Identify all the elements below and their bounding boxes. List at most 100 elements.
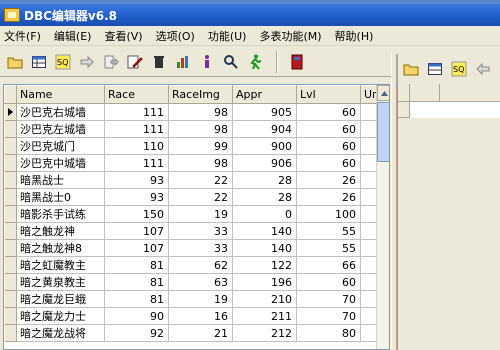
cell-raceimg[interactable]: 19 xyxy=(168,205,233,223)
cell-raceimg[interactable]: 22 xyxy=(168,188,233,206)
cell-ur[interactable] xyxy=(360,222,378,240)
cell-race[interactable]: 93 xyxy=(104,188,169,206)
row-indicator-cell[interactable] xyxy=(4,273,17,291)
cell-appr[interactable]: 211 xyxy=(232,307,297,325)
cell-lvl[interactable]: 26 xyxy=(296,188,361,206)
open-folder-icon[interactable] xyxy=(402,60,420,78)
cell-appr[interactable]: 28 xyxy=(232,171,297,189)
cell-ur[interactable] xyxy=(360,120,378,138)
cell-lvl[interactable]: 60 xyxy=(296,120,361,138)
cell-race[interactable]: 150 xyxy=(104,205,169,223)
cell-raceimg[interactable]: 16 xyxy=(168,307,233,325)
cell-race[interactable]: 92 xyxy=(104,324,169,342)
open-folder-icon[interactable] xyxy=(6,53,24,71)
cell-appr[interactable]: 0 xyxy=(232,205,297,223)
column-header-raceimg[interactable]: RaceImg xyxy=(168,85,233,104)
table-icon[interactable] xyxy=(426,60,444,78)
secondary-row[interactable] xyxy=(398,102,500,118)
cell-name[interactable]: 暗影杀手试练 xyxy=(16,205,105,223)
cell-raceimg[interactable]: 19 xyxy=(168,290,233,308)
cell-ur[interactable] xyxy=(360,256,378,274)
scrollbar-thumb[interactable] xyxy=(377,102,389,162)
scroll-up-arrow[interactable] xyxy=(377,85,389,101)
cell-race[interactable]: 111 xyxy=(104,120,169,138)
cell-appr[interactable]: 210 xyxy=(232,290,297,308)
cell-name[interactable]: 沙巴克左城墙 xyxy=(16,120,105,138)
cell-appr[interactable]: 28 xyxy=(232,188,297,206)
cell-ur[interactable] xyxy=(360,239,378,257)
cell-appr[interactable]: 140 xyxy=(232,239,297,257)
cell-lvl[interactable]: 55 xyxy=(296,239,361,257)
sq-icon[interactable]: SQ xyxy=(54,53,72,71)
table-row[interactable]: 暗之魔龙力士 90 16 211 70 xyxy=(4,307,378,325)
table-row[interactable]: 沙巴克右城墙 111 98 905 60 xyxy=(4,103,378,121)
cell-lvl[interactable]: 100 xyxy=(296,205,361,223)
row-indicator-cell[interactable] xyxy=(4,103,17,121)
cell-race[interactable]: 81 xyxy=(104,256,169,274)
title-bar[interactable]: DBC编辑器v6.8 xyxy=(0,4,500,26)
table-row[interactable]: 沙巴克城门 110 99 900 60 xyxy=(4,137,378,155)
cell-name[interactable]: 暗之触龙神 xyxy=(16,222,105,240)
cell-lvl[interactable]: 70 xyxy=(296,307,361,325)
cell-ur[interactable] xyxy=(360,137,378,155)
row-indicator-cell[interactable] xyxy=(4,290,17,308)
row-indicator-cell[interactable] xyxy=(4,324,17,342)
table-row[interactable]: 沙巴克中城墙 111 98 906 60 xyxy=(4,154,378,172)
cell-lvl[interactable]: 70 xyxy=(296,290,361,308)
row-indicator-cell[interactable] xyxy=(4,307,17,325)
cell-ur[interactable] xyxy=(360,205,378,223)
cell-lvl[interactable]: 60 xyxy=(296,137,361,155)
cell-raceimg[interactable]: 98 xyxy=(168,154,233,172)
column-header-race[interactable]: Race xyxy=(104,85,169,104)
secondary-row-cell[interactable] xyxy=(410,102,500,118)
cell-raceimg[interactable]: 22 xyxy=(168,171,233,189)
cell-appr[interactable]: 900 xyxy=(232,137,297,155)
cell-raceimg[interactable]: 99 xyxy=(168,137,233,155)
cell-raceimg[interactable]: 63 xyxy=(168,273,233,291)
row-indicator-cell[interactable] xyxy=(4,205,17,223)
cell-name[interactable]: 沙巴克中城墙 xyxy=(16,154,105,172)
cell-name[interactable]: 暗之黄泉教主 xyxy=(16,273,105,291)
row-indicator-cell[interactable] xyxy=(4,256,17,274)
table-row[interactable]: 暗之触龙神8 107 33 140 55 xyxy=(4,239,378,257)
cell-name[interactable]: 沙巴克城门 xyxy=(16,137,105,155)
cell-ur[interactable] xyxy=(360,324,378,342)
cell-name[interactable]: 暗之魔龙战将 xyxy=(16,324,105,342)
chart-icon[interactable] xyxy=(174,53,192,71)
cell-ur[interactable] xyxy=(360,188,378,206)
cell-ur[interactable] xyxy=(360,154,378,172)
cell-lvl[interactable]: 55 xyxy=(296,222,361,240)
sq-icon[interactable]: SQ xyxy=(450,60,468,78)
menu-help[interactable]: 帮助(H) xyxy=(335,28,374,44)
cell-raceimg[interactable]: 33 xyxy=(168,222,233,240)
menu-file[interactable]: 文件(F) xyxy=(4,28,41,44)
cell-race[interactable]: 93 xyxy=(104,171,169,189)
column-header-appr[interactable]: Appr xyxy=(232,85,297,104)
cell-ur[interactable] xyxy=(360,103,378,121)
info-icon[interactable] xyxy=(198,53,216,71)
cell-name[interactable]: 暗之魔龙巨蛾 xyxy=(16,290,105,308)
cell-race[interactable]: 111 xyxy=(104,103,169,121)
cell-appr[interactable]: 122 xyxy=(232,256,297,274)
cell-lvl[interactable]: 80 xyxy=(296,324,361,342)
table-row[interactable]: 沙巴克左城墙 111 98 904 60 xyxy=(4,120,378,138)
menu-options[interactable]: 选项(O) xyxy=(156,28,195,44)
book-icon[interactable] xyxy=(288,53,306,71)
cell-name[interactable]: 暗黑战士0 xyxy=(16,188,105,206)
secondary-header-cell[interactable] xyxy=(410,84,440,102)
table-row[interactable]: 暗之黄泉教主 81 63 196 60 xyxy=(4,273,378,291)
cell-race[interactable]: 111 xyxy=(104,154,169,172)
table-row[interactable]: 暗影杀手试练 150 19 0 100 xyxy=(4,205,378,223)
cell-ur[interactable] xyxy=(360,307,378,325)
table-row[interactable]: 暗之魔龙巨蛾 81 19 210 70 xyxy=(4,290,378,308)
cell-raceimg[interactable]: 21 xyxy=(168,324,233,342)
edit-icon[interactable] xyxy=(126,53,144,71)
cell-raceimg[interactable]: 62 xyxy=(168,256,233,274)
cell-raceimg[interactable]: 33 xyxy=(168,239,233,257)
cell-lvl[interactable]: 60 xyxy=(296,154,361,172)
cell-appr[interactable]: 212 xyxy=(232,324,297,342)
table-row[interactable]: 暗之虹魔教主 81 62 122 66 xyxy=(4,256,378,274)
menu-multi-table[interactable]: 多表功能(M) xyxy=(259,28,321,44)
row-indicator-cell[interactable] xyxy=(4,222,17,240)
search-icon[interactable] xyxy=(222,53,240,71)
